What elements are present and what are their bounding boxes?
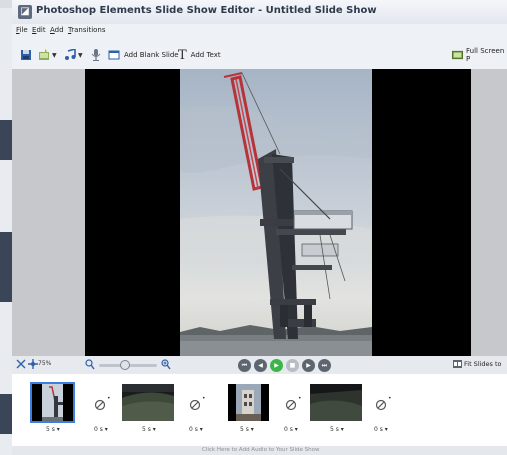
save-icon [21,50,31,60]
slide-photo-crane [180,69,372,356]
app-icon: ◪ [18,5,32,19]
stop-button[interactable]: ■ [286,359,299,372]
add-text-button[interactable]: T Add Text [178,47,221,63]
fit-slides-button[interactable]: Fit Slides to [453,360,502,368]
background-app-thumbnail [0,394,12,434]
no-transition-icon[interactable] [189,399,201,411]
transition-duration[interactable]: 0 s ▾ [374,426,388,433]
music-note-icon [65,49,76,60]
chevron-down-icon: ▾ [102,426,108,433]
background-app-thumbnail [0,120,12,160]
narration-button[interactable] [90,47,102,63]
menu-add[interactable]: Add [50,26,64,34]
text-tool-icon: T [178,47,187,63]
previous-slide-button[interactable]: ◀ [254,359,267,372]
transition-menu-dot[interactable]: • [202,395,206,402]
fit-slides-label: Fit Slides to [464,360,502,368]
zoom-in-icon[interactable] [161,359,171,370]
title-bar[interactable]: ◪ Photoshop Elements Slide Show Editor -… [12,0,507,24]
zoom-out-icon[interactable] [85,359,95,370]
next-slide-icon: ▶ [306,362,311,369]
slide-stage[interactable] [85,69,471,356]
transition-duration[interactable]: 0 s ▾ [94,426,108,433]
transition-menu-dot[interactable]: • [298,395,302,402]
toolbar: ▼ ▼ Add Blank Slide T Add Text Full Scre… [12,41,507,69]
chevron-down-icon: ▾ [292,426,298,433]
chevron-down-icon: ▾ [54,426,60,433]
slide-thumbnail[interactable] [122,384,174,421]
first-slide-button[interactable]: ⏮ [238,359,251,372]
slide-thumbnail[interactable] [228,384,269,421]
transition-menu-dot[interactable]: • [107,395,111,402]
transition-menu-dot[interactable]: • [388,395,392,402]
slide-thumbnail-image [310,384,362,421]
last-slide-icon: ⏭ [321,362,328,369]
save-button[interactable] [20,47,32,63]
menu-edit[interactable]: Edit [32,26,46,34]
add-blank-slide-label: Add Blank Slide [124,51,179,59]
actual-size-icon[interactable] [28,359,38,369]
fit-to-window-icon[interactable] [16,359,26,369]
background-app-tab [0,0,12,8]
slide-show-editor-window: ◪ Photoshop Elements Slide Show Editor -… [12,0,507,455]
add-media-icon [39,49,49,60]
chevron-down-icon: ▾ [150,426,156,433]
first-slide-icon: ⏮ [241,362,248,369]
slide-duration[interactable]: 5 s ▾ [46,426,60,433]
add-text-label: Add Text [190,51,221,59]
add-audio-hint: Click Here to Add Audio to Your Slide Sh… [202,447,320,453]
slide-thumbnail[interactable] [310,384,362,421]
add-media-button[interactable]: ▼ [38,47,57,63]
slide-thumbnail-image [32,384,73,421]
stop-icon: ■ [289,362,296,369]
no-transition-icon[interactable] [94,399,106,411]
slide-preview-area [12,69,507,360]
slide-thumbnail[interactable] [30,382,75,423]
add-blank-slide-button[interactable]: Add Blank Slide [108,47,179,63]
chevron-down-icon: ▼ [52,51,57,59]
background-app-strip [0,0,12,455]
chevron-down-icon: ▾ [197,426,203,433]
add-audio-button[interactable]: ▼ [64,47,83,63]
slide-thumbnail-image [228,384,269,421]
slide-duration[interactable]: 5 s ▾ [330,426,344,433]
transition-duration[interactable]: 0 s ▾ [284,426,298,433]
last-slide-button[interactable]: ⏭ [318,359,331,372]
slide-duration[interactable]: 5 s ▾ [240,426,254,433]
chevron-down-icon: ▼ [78,51,83,59]
no-transition-icon[interactable] [375,399,387,411]
chevron-down-icon: ▾ [382,426,388,433]
no-transition-icon[interactable] [285,399,297,411]
chevron-down-icon: ▾ [338,426,344,433]
audio-track-bar[interactable]: Click Here to Add Audio to Your Slide Sh… [12,446,507,455]
full-screen-preview-button[interactable]: Full Screen P [452,47,507,63]
slide-thumbnail-image [122,384,174,421]
play-icon: ▶ [274,362,279,369]
preview-controls-bar: 75% ⏮ ◀ ▶ ■ ▶ ⏭ Fit Slides to [12,356,507,374]
zoom-slider-thumb[interactable] [120,360,131,370]
background-app-thumbnail [0,232,12,302]
transition-duration[interactable]: 0 s ▾ [189,426,203,433]
full-screen-icon [452,50,463,60]
slide-duration[interactable]: 5 s ▾ [142,426,156,433]
zoom-level: 75% [38,360,52,367]
blank-slide-icon [108,50,120,60]
next-slide-button[interactable]: ▶ [302,359,315,372]
window-title: Photoshop Elements Slide Show Editor - U… [36,5,377,16]
menu-bar: File Edit Add Transitions [12,24,507,39]
fit-slides-icon [453,360,462,368]
chevron-down-icon: ▾ [248,426,254,433]
previous-slide-icon: ◀ [258,362,263,369]
filmstrip: 5 s ▾ • 0 s ▾ 5 s ▾ • 0 s ▾ 5 s ▾ • 0 s … [12,374,507,446]
menu-transitions[interactable]: Transitions [68,26,106,34]
full-screen-label: Full Screen P [466,47,505,63]
menu-file[interactable]: File [16,26,28,34]
microphone-icon [91,49,101,61]
play-button[interactable]: ▶ [270,359,283,372]
